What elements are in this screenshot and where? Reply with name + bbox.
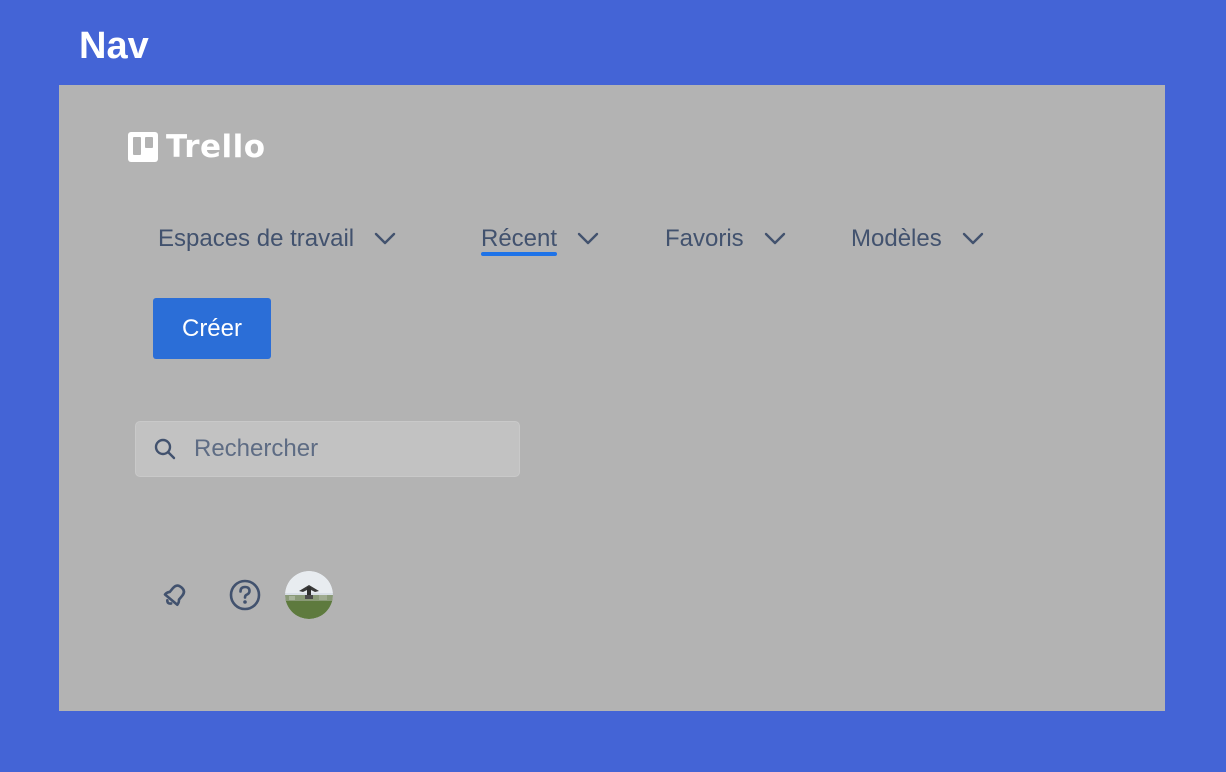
menu-favorites-label: Favoris	[665, 225, 744, 252]
menu-templates-label: Modèles	[851, 225, 942, 252]
help-circle-icon	[229, 579, 261, 611]
header-actions	[155, 571, 333, 619]
search-box[interactable]	[135, 421, 520, 477]
navigation-panel: Trello Espaces de travail Récent Favoris…	[59, 85, 1165, 711]
slide-title: Nav	[79, 25, 149, 67]
notifications-button[interactable]	[155, 575, 195, 615]
bell-icon	[163, 584, 186, 607]
search-input[interactable]	[194, 429, 519, 469]
search-icon	[154, 438, 176, 460]
chevron-down-icon	[374, 232, 396, 245]
menu-favorites[interactable]: Favoris	[665, 223, 786, 255]
create-button[interactable]: Créer	[153, 298, 271, 359]
menu-workspaces-label: Espaces de travail	[158, 225, 355, 252]
chevron-down-icon	[577, 232, 599, 245]
help-button[interactable]	[225, 575, 265, 615]
user-avatar[interactable]	[285, 571, 333, 619]
menu-recent[interactable]: Récent	[481, 223, 599, 256]
trello-logo[interactable]: Trello	[128, 129, 266, 165]
chevron-down-icon	[764, 232, 785, 245]
chevron-down-icon	[962, 232, 983, 245]
slide: Nav Trello Espaces de travail Récent Fav…	[0, 0, 1226, 772]
menu-templates[interactable]: Modèles	[851, 223, 984, 255]
menu-recent-label: Récent	[481, 225, 558, 256]
logo-text: Trello	[166, 129, 266, 165]
trello-board-icon	[128, 132, 158, 162]
menu-workspaces[interactable]: Espaces de travail	[158, 223, 396, 255]
